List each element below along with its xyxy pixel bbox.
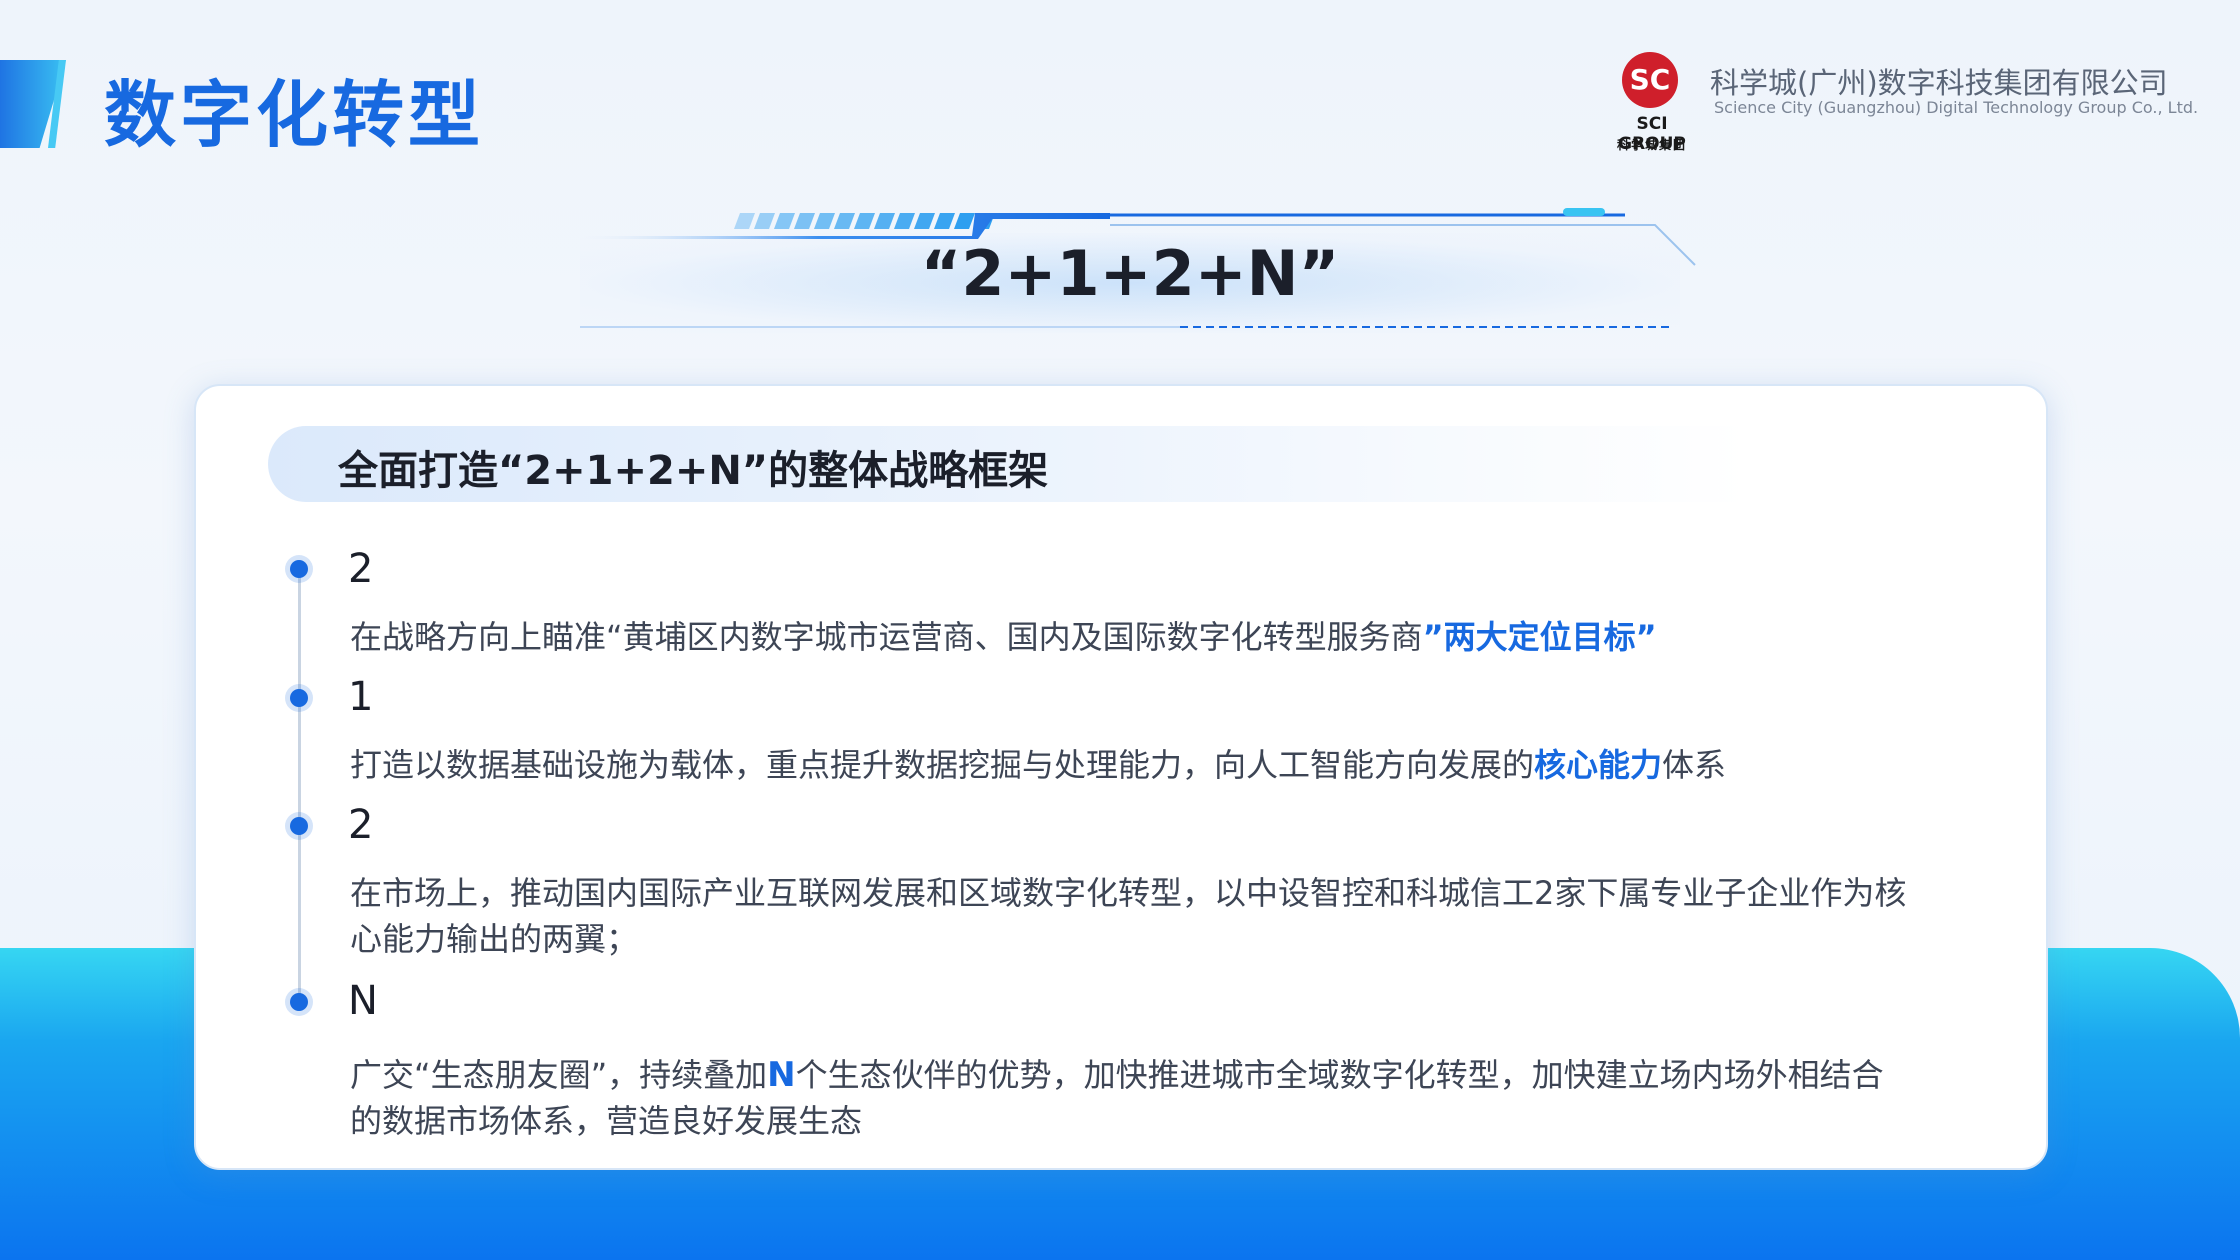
logo-text-cn: 科学城集团 [1616, 138, 1687, 152]
timeline-dot [290, 560, 308, 578]
card-header: 全面打造“2+1+2+N”的整体战略框架 [268, 426, 1748, 502]
item-description: 广交“生态朋友圈”，持续叠加N个生态伙伴的优势，加快推进城市全域数字化转型，加快… [350, 1052, 1910, 1144]
framework-banner: “2+1+2+N” [580, 205, 1700, 335]
company-logo: SC SCI GROUP 科学城集团 [1600, 52, 1704, 154]
company-name-en: Science City (Guangzhou) Digital Technol… [1714, 98, 2199, 117]
desc-text: 打造以数据基础设施为载体，重点提升数据挖掘与处理能力，向人工智能方向发展的 [350, 746, 1535, 784]
desc-highlight: N [767, 1055, 796, 1095]
timeline-line [298, 574, 301, 1006]
item-label: 2 [348, 546, 374, 592]
item-description: 在市场上，推动国内国际产业互联网发展和区域数字化转型，以中设智控和科城信工2家下… [350, 874, 1907, 958]
logo-mark-icon: SC [1622, 52, 1678, 108]
item-label: 1 [348, 674, 374, 720]
company-name-cn: 科学城(广州)数字科技集团有限公司 [1710, 66, 2168, 100]
desc-highlight: ”两大定位目标” [1422, 618, 1657, 656]
timeline-dot [290, 817, 308, 835]
page-title: 数字化转型 [104, 73, 485, 157]
timeline-dot [290, 689, 308, 707]
card-heading: 全面打造“2+1+2+N”的整体战略框架 [338, 448, 1049, 494]
desc-text-after: 体系 [1662, 746, 1727, 784]
timeline-dot [290, 993, 308, 1011]
strategy-card: 全面打造“2+1+2+N”的整体战略框架 2 在战略方向上瞄准“黄埔区内数字城市… [194, 384, 2048, 1170]
banner-title: “2+1+2+N” [920, 237, 1340, 310]
item-description: 在战略方向上瞄准“黄埔区内数字城市运营商、国内及国际数字化转型服务商”两大定位目… [350, 614, 1910, 660]
item-label: 2 [348, 802, 374, 848]
item-description: 打造以数据基础设施为载体，重点提升数据挖掘与处理能力，向人工智能方向发展的核心能… [350, 742, 1910, 788]
item-label: N [348, 978, 378, 1024]
desc-text: 在战略方向上瞄准“黄埔区内数字城市运营商、国内及国际数字化转型服务商 [350, 618, 1423, 656]
desc-text: 广交“生态朋友圈”，持续叠加 [350, 1056, 768, 1094]
desc-highlight: 核心能力 [1534, 746, 1663, 784]
